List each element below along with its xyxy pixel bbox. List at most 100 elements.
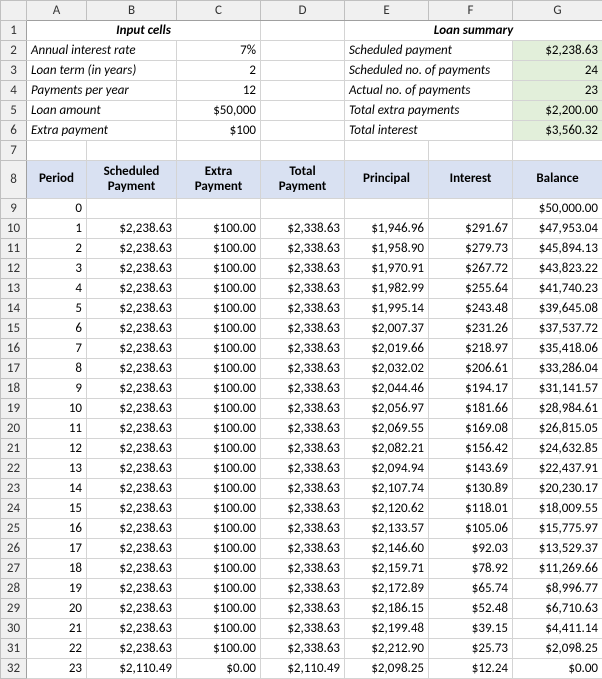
- cell[interactable]: [429, 141, 513, 161]
- cell-principal[interactable]: $2,212.90: [345, 639, 429, 659]
- column-header-g[interactable]: G: [513, 1, 602, 21]
- loan-amount-value[interactable]: $50,000: [177, 101, 261, 121]
- total-interest-value[interactable]: $3,560.32: [513, 121, 602, 141]
- cell-extra[interactable]: $100.00: [177, 239, 261, 259]
- column-header-a[interactable]: A: [27, 1, 87, 21]
- cell-principal[interactable]: $2,120.62: [345, 499, 429, 519]
- cell-balance[interactable]: $18,009.55: [513, 499, 602, 519]
- row-header[interactable]: 28: [1, 579, 27, 599]
- scheduled-no-label[interactable]: Scheduled no. of payments: [345, 61, 513, 81]
- cell-scheduled[interactable]: $2,238.63: [87, 359, 177, 379]
- cell-principal[interactable]: $2,056.97: [345, 399, 429, 419]
- cell-balance[interactable]: $8,996.77: [513, 579, 602, 599]
- cell-scheduled[interactable]: $2,238.63: [87, 219, 177, 239]
- row-header[interactable]: 10: [1, 219, 27, 239]
- th-interest[interactable]: Interest: [429, 161, 513, 199]
- column-header-c[interactable]: C: [177, 1, 261, 21]
- cell-scheduled[interactable]: $2,238.63: [87, 299, 177, 319]
- cell-principal[interactable]: $2,133.57: [345, 519, 429, 539]
- cell-scheduled[interactable]: $2,238.63: [87, 539, 177, 559]
- cell-scheduled[interactable]: $2,238.63: [87, 459, 177, 479]
- cell-interest[interactable]: $156.42: [429, 439, 513, 459]
- cell-principal[interactable]: $2,172.89: [345, 579, 429, 599]
- cell[interactable]: [177, 141, 261, 161]
- cell-interest[interactable]: [429, 199, 513, 219]
- cell-extra[interactable]: $100.00: [177, 519, 261, 539]
- cell-interest[interactable]: $143.69: [429, 459, 513, 479]
- row-header[interactable]: 21: [1, 439, 27, 459]
- cell-principal[interactable]: $1,958.90: [345, 239, 429, 259]
- cell-total[interactable]: $2,338.63: [261, 559, 345, 579]
- cell-total[interactable]: $2,338.63: [261, 579, 345, 599]
- cell-period[interactable]: 1: [27, 219, 87, 239]
- annual-rate-label[interactable]: Annual interest rate: [27, 41, 177, 61]
- cell-balance[interactable]: $15,775.97: [513, 519, 602, 539]
- cell-balance[interactable]: $2,098.25: [513, 639, 602, 659]
- cell-principal[interactable]: $1,946.96: [345, 219, 429, 239]
- cell-interest[interactable]: $78.92: [429, 559, 513, 579]
- cell-balance[interactable]: $26,815.05: [513, 419, 602, 439]
- cell[interactable]: [261, 121, 345, 141]
- cell-balance[interactable]: $4,411.14: [513, 619, 602, 639]
- cell-total[interactable]: $2,338.63: [261, 639, 345, 659]
- cell-balance[interactable]: $33,286.04: [513, 359, 602, 379]
- column-header-d[interactable]: D: [261, 1, 345, 21]
- column-header-f[interactable]: F: [429, 1, 513, 21]
- cell-scheduled[interactable]: $2,238.63: [87, 439, 177, 459]
- cell-principal[interactable]: $2,098.25: [345, 659, 429, 679]
- input-cells-header[interactable]: Input cells: [27, 21, 261, 41]
- cell-principal[interactable]: $2,069.55: [345, 419, 429, 439]
- cell-extra[interactable]: $100.00: [177, 379, 261, 399]
- cell-scheduled[interactable]: [87, 199, 177, 219]
- cell-principal[interactable]: $1,970.91: [345, 259, 429, 279]
- cell-balance[interactable]: $43,823.22: [513, 259, 602, 279]
- th-total-payment[interactable]: Total Payment: [261, 161, 345, 199]
- cell-interest[interactable]: $118.01: [429, 499, 513, 519]
- cell-period[interactable]: 4: [27, 279, 87, 299]
- cell-interest[interactable]: $52.48: [429, 599, 513, 619]
- row-header[interactable]: 24: [1, 499, 27, 519]
- cell-total[interactable]: $2,110.49: [261, 659, 345, 679]
- cell-total[interactable]: $2,338.63: [261, 319, 345, 339]
- cell-period[interactable]: 2: [27, 239, 87, 259]
- cell[interactable]: [27, 141, 87, 161]
- cell-total[interactable]: $2,338.63: [261, 539, 345, 559]
- cell-balance[interactable]: $35,418.06: [513, 339, 602, 359]
- loan-amount-label[interactable]: Loan amount: [27, 101, 177, 121]
- cell-interest[interactable]: $181.66: [429, 399, 513, 419]
- cell-extra[interactable]: [177, 199, 261, 219]
- cell-period[interactable]: 21: [27, 619, 87, 639]
- row-header[interactable]: 15: [1, 319, 27, 339]
- row-header[interactable]: 25: [1, 519, 27, 539]
- row-header[interactable]: 31: [1, 639, 27, 659]
- cell-total[interactable]: $2,338.63: [261, 399, 345, 419]
- cell-scheduled[interactable]: $2,238.63: [87, 579, 177, 599]
- cell-principal[interactable]: $2,094.94: [345, 459, 429, 479]
- cell-period[interactable]: 3: [27, 259, 87, 279]
- cell-scheduled[interactable]: $2,238.63: [87, 399, 177, 419]
- cell-interest[interactable]: $255.64: [429, 279, 513, 299]
- cell-interest[interactable]: $65.74: [429, 579, 513, 599]
- cell-extra[interactable]: $100.00: [177, 319, 261, 339]
- scheduled-payment-label[interactable]: Scheduled payment: [345, 41, 513, 61]
- cell-scheduled[interactable]: $2,238.63: [87, 639, 177, 659]
- cell-principal[interactable]: $1,982.99: [345, 279, 429, 299]
- cell-total[interactable]: $2,338.63: [261, 259, 345, 279]
- cell-scheduled[interactable]: $2,238.63: [87, 259, 177, 279]
- extra-payment-value[interactable]: $100: [177, 121, 261, 141]
- cell-scheduled[interactable]: $2,238.63: [87, 559, 177, 579]
- payments-per-year-label[interactable]: Payments per year: [27, 81, 177, 101]
- cell-total[interactable]: $2,338.63: [261, 219, 345, 239]
- cell-total[interactable]: [261, 199, 345, 219]
- cell-extra[interactable]: $100.00: [177, 619, 261, 639]
- cell-extra[interactable]: $100.00: [177, 339, 261, 359]
- cell[interactable]: [261, 41, 345, 61]
- th-scheduled-payment[interactable]: Scheduled Payment: [87, 161, 177, 199]
- cell-scheduled[interactable]: $2,238.63: [87, 379, 177, 399]
- total-extra-label[interactable]: Total extra payments: [345, 101, 513, 121]
- cell-principal[interactable]: $2,082.21: [345, 439, 429, 459]
- cell-principal[interactable]: $2,107.74: [345, 479, 429, 499]
- cell-scheduled[interactable]: $2,238.63: [87, 239, 177, 259]
- cell-extra[interactable]: $100.00: [177, 479, 261, 499]
- total-extra-value[interactable]: $2,200.00: [513, 101, 602, 121]
